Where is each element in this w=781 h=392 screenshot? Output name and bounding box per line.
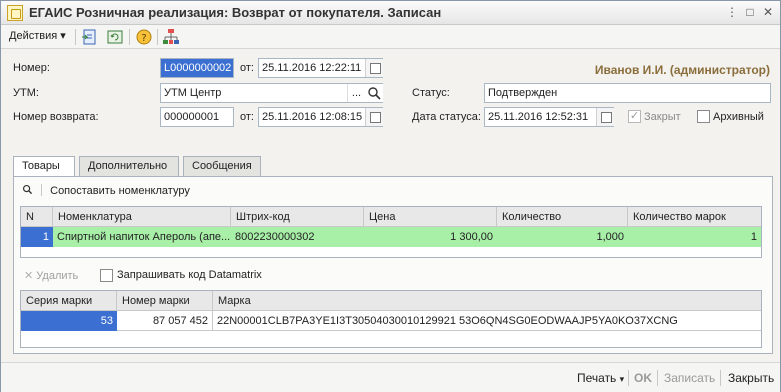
dropdown-arrow-icon: ▾ (60, 30, 66, 42)
tab-additional[interactable]: Дополнительно (79, 156, 179, 176)
closed-label: Закрыт (644, 111, 681, 123)
delete-label: Удалить (36, 270, 79, 282)
cell-barcode: 8002230000302 (235, 231, 315, 243)
delete-icon: ✕ (24, 270, 34, 282)
archive-label: Архивный (713, 111, 764, 123)
tab-messages[interactable]: Сообщения (183, 156, 261, 176)
cell-marks: 1 (750, 231, 757, 243)
request-datamatrix-checkbox[interactable] (100, 269, 113, 282)
column-header[interactable]: Количество (497, 207, 628, 227)
column-header[interactable]: Марка (213, 291, 761, 311)
window-menu-icon[interactable]: ⋮ (724, 5, 740, 20)
save-button[interactable]: Записать (664, 371, 715, 385)
return-number-field[interactable]: 000000001 (160, 107, 234, 127)
closed-checkbox[interactable]: ✓ (628, 110, 641, 123)
cell-series: 53 (21, 311, 117, 331)
table-row[interactable]: 53 87 057 452 22N00001CLB7PA3YE1I3T30504… (21, 311, 761, 331)
column-header[interactable]: Штрих-код (231, 207, 364, 227)
footer-separator (628, 370, 629, 386)
print-label: Печать (577, 371, 617, 385)
ok-button[interactable]: OK (634, 371, 652, 385)
match-button[interactable]: Сопоставить номенклатуру (22, 184, 190, 197)
return-date-value: 25.11.2016 12:08:15 (262, 111, 363, 123)
footer-bar: Печать ▾ OK Записать Закрыть (1, 362, 780, 392)
cell-n: 1 (21, 227, 53, 247)
window-title: ЕГАИС Розничная реализация: Возврат от п… (29, 5, 442, 20)
cell-mark: 22N00001CLB7PA3YE1I3T30504030010129921 5… (217, 315, 678, 327)
number-label: Номер: (13, 62, 50, 74)
table-row[interactable]: 1 Спиртной напиток Апероль (апе... 80022… (21, 227, 761, 247)
footer-separator (720, 370, 721, 386)
utm-label: УТМ: (13, 87, 39, 99)
toolbar-separator (75, 29, 76, 45)
delete-button[interactable]: ✕ Удалить (24, 269, 78, 282)
return-number-label: Номер возврата: (13, 111, 99, 123)
refresh-icon[interactable] (106, 28, 124, 46)
close-icon[interactable]: ✕ (760, 5, 776, 20)
goods-panel: Сопоставить номенклатуру N Номенклатура … (13, 176, 773, 354)
number-field[interactable]: L0000000002 (160, 58, 234, 78)
structure-icon[interactable] (162, 28, 180, 46)
calendar-icon[interactable] (365, 59, 383, 77)
search-icon[interactable] (365, 84, 383, 102)
search-icon (22, 184, 33, 195)
toolbar-separator (157, 29, 158, 45)
column-header[interactable]: Номенклатура (53, 207, 231, 227)
cell-qty: 1,000 (596, 231, 624, 243)
post-document-icon[interactable] (81, 28, 99, 46)
utm-select-button[interactable]: ... (347, 84, 365, 102)
tab-goods[interactable]: Товары (13, 156, 75, 177)
marks-table-header: Серия марки Номер марки Марка (21, 291, 761, 311)
goods-table: N Номенклатура Штрих-код Цена Количество… (20, 206, 762, 258)
maximize-icon[interactable]: □ (742, 5, 758, 20)
status-date-label: Дата статуса: (412, 111, 481, 123)
column-header[interactable]: N (21, 207, 53, 227)
calendar-icon[interactable] (365, 108, 383, 126)
subbar-separator (41, 184, 43, 196)
return-date-label: от: (240, 111, 254, 123)
svg-text:?: ? (141, 33, 146, 44)
toolbar: Действия ▾ ? (1, 25, 780, 49)
actions-menu-button[interactable]: Действия ▾ (9, 29, 66, 42)
goods-table-header: N Номенклатура Штрих-код Цена Количество… (21, 207, 761, 227)
actions-label: Действия (9, 30, 58, 42)
title-bar: ЕГАИС Розничная реализация: Возврат от п… (1, 1, 780, 25)
dropdown-arrow-icon: ▾ (619, 374, 625, 384)
marks-table: Серия марки Номер марки Марка 53 87 057 … (20, 290, 762, 348)
archive-checkbox[interactable] (697, 110, 710, 123)
column-header[interactable]: Номер марки (117, 291, 213, 311)
utm-value: УТМ Центр (164, 87, 222, 99)
number-date-value: 25.11.2016 12:22:11 (262, 62, 362, 74)
status-date-value: 25.11.2016 12:52:31 (488, 111, 589, 123)
cell-mark-number: 87 057 452 (117, 311, 213, 331)
match-label: Сопоставить номенклатуру (50, 185, 190, 197)
column-header[interactable]: Цена (364, 207, 497, 227)
help-icon[interactable]: ? (135, 28, 153, 46)
current-user: Иванов И.И. (администратор) (594, 63, 770, 77)
calendar-icon[interactable] (596, 108, 614, 126)
print-button[interactable]: Печать ▾ (577, 371, 624, 385)
status-field: Подтвержден (484, 83, 771, 103)
close-button[interactable]: Закрыть (728, 371, 774, 385)
cell-price: 1 300,00 (450, 231, 493, 243)
toolbar-separator (129, 29, 130, 45)
column-header[interactable]: Количество марок (628, 207, 761, 227)
status-date-field[interactable]: 25.11.2016 12:52:31 (484, 107, 614, 127)
number-date-label: от: (240, 62, 254, 74)
column-header[interactable]: Серия марки (21, 291, 117, 311)
document-window: ЕГАИС Розничная реализация: Возврат от п… (0, 0, 781, 392)
status-label: Статус: (412, 87, 450, 99)
request-datamatrix-label: Запрашивать код Datamatrix (117, 269, 262, 281)
cell-name: Спиртной напиток Апероль (апе... (57, 231, 231, 243)
footer-separator (657, 370, 658, 386)
app-icon (7, 5, 23, 21)
